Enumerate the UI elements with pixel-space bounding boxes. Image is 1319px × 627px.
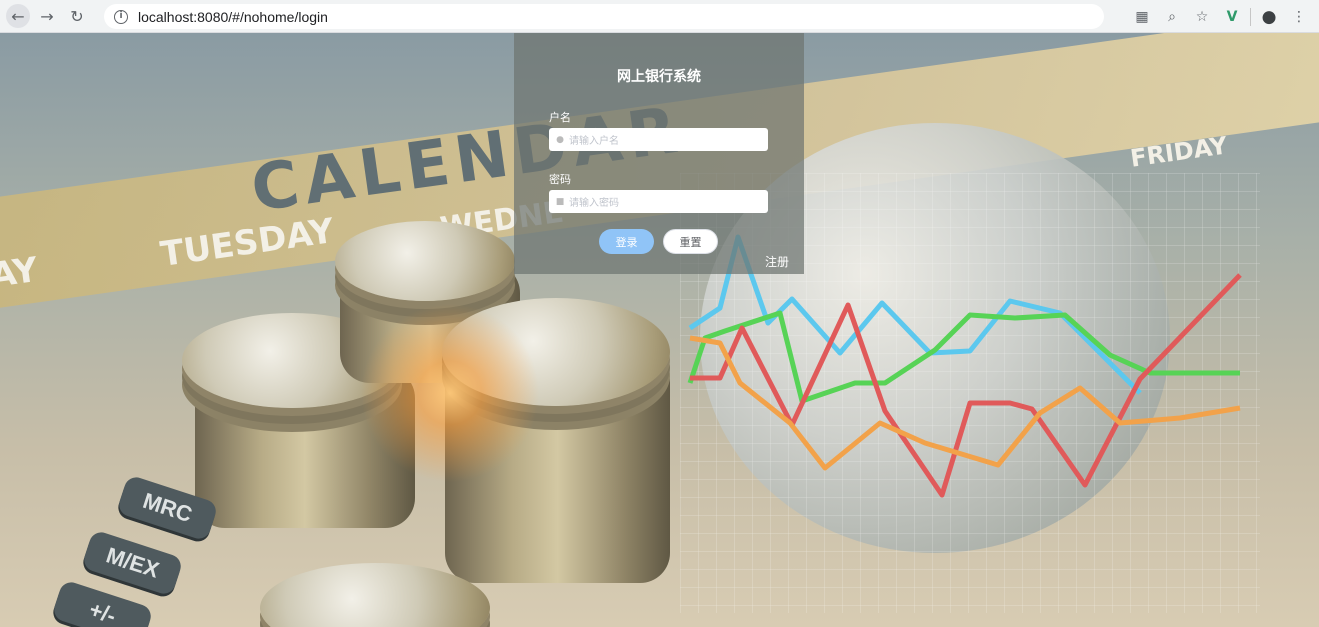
toolbar-divider — [1250, 7, 1251, 26]
star-icon[interactable]: ☆ — [1190, 5, 1214, 29]
account-icon[interactable]: ● — [1257, 5, 1281, 29]
calculator-key-plusminus: +/- — [51, 579, 154, 627]
username-field[interactable]: ● 请输入户名 — [549, 128, 768, 151]
day-partial: AY — [0, 249, 41, 297]
password-field[interactable]: ■ 请输入密码 — [549, 190, 768, 213]
password-placeholder: 请输入密码 — [569, 198, 619, 209]
back-arrow-icon[interactable]: ← — [6, 4, 30, 28]
username-label: 户名 — [549, 111, 571, 124]
username-placeholder: 请输入户名 — [569, 136, 619, 147]
login-panel: 网上银行系统 户名 ● 请输入户名 密码 ■ 请输入密码 登录 重置 — [514, 33, 804, 274]
lock-icon: ■ — [555, 196, 565, 207]
reset-button[interactable]: 重置 — [663, 229, 718, 254]
coin-back — [335, 221, 515, 301]
user-icon: ● — [556, 134, 564, 145]
vue-devtools-icon[interactable]: V — [1220, 5, 1244, 29]
light-flare — [360, 303, 540, 483]
login-button[interactable]: 登录 — [599, 229, 654, 254]
login-title: 网上银行系统 — [617, 69, 701, 85]
register-link[interactable]: 注册 — [765, 253, 789, 270]
forward-arrow-icon[interactable]: → — [34, 3, 60, 29]
url-text: localhost:8080/#/nohome/login — [138, 8, 328, 25]
menu-icon[interactable]: ⋮ — [1287, 5, 1311, 29]
browser-toolbar: ← → ↻ i localhost:8080/#/nohome/login ▦ … — [0, 0, 1319, 33]
address-bar[interactable]: i localhost:8080/#/nohome/login — [104, 4, 1104, 29]
password-label: 密码 — [549, 173, 571, 186]
zoom-icon[interactable]: ⌕ — [1160, 5, 1184, 29]
chart-line-red — [690, 273, 1242, 498]
background-line-chart — [687, 234, 1242, 498]
translate-icon[interactable]: ▦ — [1130, 5, 1154, 29]
calculator-key-mex: M/EX — [81, 529, 184, 597]
reload-icon[interactable]: ↻ — [64, 3, 90, 29]
info-icon[interactable]: i — [114, 9, 128, 24]
